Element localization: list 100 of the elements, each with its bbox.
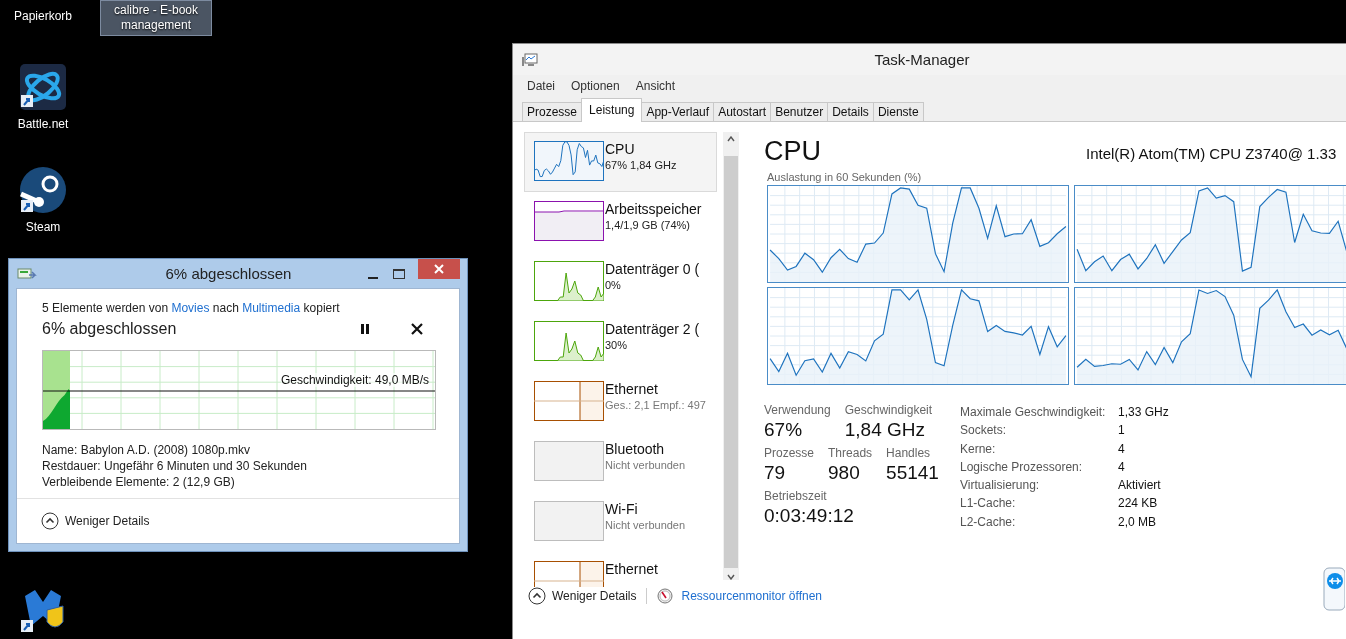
stat-value: 79 [764, 461, 787, 485]
resource-name: Bluetooth [605, 441, 666, 458]
stat-value: 55141 [886, 461, 939, 485]
cancel-icon[interactable] [410, 322, 424, 336]
resource-detail: 67% 1,84 GHz [605, 158, 677, 173]
resource-item[interactable]: Bluetooth Nicht verbunden [524, 432, 717, 492]
stat-label: Geschwindigkeit [844, 402, 933, 418]
stat-value: 0:03:49:12 [764, 504, 854, 528]
resource-item[interactable]: Datenträger 0 ( 0% [524, 252, 717, 312]
property-label: Sockets: [960, 422, 1008, 440]
tab[interactable]: Benutzer [770, 102, 829, 121]
tab[interactable]: Prozesse [522, 102, 583, 121]
processor-name: Intel(R) Atom(TM) CPU Z3740@ 1.33 [1086, 145, 1337, 164]
property-value: Aktiviert [1118, 477, 1162, 495]
property-label: L2-Cache: [960, 513, 1017, 531]
stat-label: Handles [886, 445, 932, 461]
monitor-chart-icon [522, 52, 538, 67]
resource-name: CPU [605, 141, 636, 158]
progress-heading: 6% abgeschlossen [42, 320, 178, 338]
chevron-up-icon [41, 512, 59, 530]
property-label: Kerne: [960, 440, 997, 458]
detail-text: Restdauer: Ungefähr 6 Minuten und 30 Sekunden [42, 459, 308, 473]
transfer-rate-area [43, 389, 70, 429]
resource-detail: 30% [605, 338, 629, 353]
cpu-usage-thumbnail [534, 141, 604, 181]
tab[interactable]: Details [827, 102, 874, 121]
resource-detail: 0% [605, 278, 622, 293]
resource-item[interactable]: Arbeitsspeicher 1,4/1,9 GB (74%) [524, 192, 717, 252]
resource-detail: Ges.: 2,1 Empf.: 497 [605, 398, 706, 413]
resource-item[interactable]: Datenträger 2 ( 30% [524, 312, 717, 372]
disk-activity-thumbnail [534, 261, 604, 301]
graph-caption: Auslastung in 60 Sekunden (%) [767, 171, 923, 183]
stat-value: 1,84 GHz [844, 418, 926, 442]
tab[interactable]: Dienste [872, 102, 924, 121]
section-title: CPU [764, 136, 822, 167]
detail-text: Name: Babylon A.D. (2008) 1080p.mkv [42, 443, 252, 457]
network-thumbnail [534, 381, 604, 421]
resource-name: Datenträger 2 ( [605, 321, 700, 338]
tab[interactable]: App-Verlauf [641, 102, 715, 121]
resource-name: Wi-Fi [605, 501, 639, 518]
resource-item[interactable]: CPU 67% 1,84 GHz [524, 132, 717, 192]
scrollbar-thumb[interactable] [724, 156, 738, 568]
resource-detail: Nicht verbunden [605, 518, 686, 533]
property-label: Logische Prozessoren: [960, 458, 1084, 476]
memory-usage-thumbnail [534, 201, 604, 241]
folder-link[interactable]: Movies [171, 301, 210, 315]
resource-detail: Nicht verbunden [605, 458, 686, 473]
window-title: Task-Manager [873, 51, 971, 68]
close-icon [434, 264, 444, 274]
empty-thumbnail [534, 501, 604, 541]
stat-label: Prozesse [764, 445, 815, 461]
desktop-icon-label[interactable]: Steam [25, 220, 61, 235]
resource-item[interactable]: Wi-Fi Nicht verbunden [524, 492, 717, 552]
chevron-up-icon [528, 587, 546, 605]
folder-link[interactable]: Multimedia [242, 301, 301, 315]
resource-detail: 1,4/1,9 GB (74%) [605, 218, 691, 233]
resource-name: Datenträger 0 ( [605, 261, 700, 278]
menu-item[interactable]: Datei [519, 78, 563, 93]
less-details-toggle[interactable]: Weniger Details [41, 512, 150, 530]
resource-name: Ethernet [605, 561, 658, 578]
property-value: 1 [1118, 422, 1126, 440]
disk-activity-thumbnail [534, 321, 604, 361]
stat-label: Threads [828, 445, 873, 461]
stat-value: 980 [828, 461, 861, 485]
stat-label: Verwendung [764, 402, 831, 418]
detail-text: Verbleibende Elemente: 2 (12,9 GB) [42, 475, 236, 489]
stat-value: 67% [764, 418, 804, 442]
minimize-icon [368, 276, 378, 279]
copy-message: 5 Elemente werden von Movies nach Multimedia kopiert [42, 301, 341, 315]
property-value: 4 [1118, 440, 1126, 458]
copy-files-icon [17, 265, 37, 282]
close-button[interactable] [418, 259, 460, 279]
resource-monitor-link[interactable]: Ressourcenmonitor öffnen [681, 589, 822, 603]
property-label: Virtualisierung: [960, 477, 1041, 495]
desktop-icon-label[interactable]: Battle.net [17, 117, 69, 132]
property-label: Maximale Geschwindigkeit: [960, 404, 1107, 421]
resource-item[interactable]: Ethernet [524, 552, 717, 587]
battlenet-icon[interactable] [19, 63, 67, 111]
resource-name: Arbeitsspeicher [605, 201, 702, 218]
stat-label: Betriebszeit [764, 488, 828, 504]
tab[interactable]: Leistung [581, 98, 643, 122]
property-value: 224 KB [1118, 495, 1159, 513]
tab[interactable]: Autostart [713, 102, 772, 121]
steam-icon[interactable] [19, 166, 67, 214]
pause-icon[interactable] [358, 322, 372, 336]
speed-label: Geschwindigkeit: 49,0 MB/s [280, 373, 429, 387]
property-value: 1,33 GHz [1118, 404, 1169, 421]
remote-control-icon[interactable] [1323, 567, 1345, 611]
gauge-icon [657, 588, 674, 604]
resource-item[interactable]: Ethernet Ges.: 2,1 Empf.: 497 [524, 372, 717, 432]
resource-name: Ethernet [605, 381, 659, 398]
desktop-icon-label[interactable]: Papierkorb [14, 9, 72, 24]
property-value: 4 [1118, 458, 1126, 476]
menu-item[interactable]: Optionen [563, 78, 628, 93]
scrollbar[interactable] [723, 132, 739, 580]
less-details-toggle[interactable]: Weniger Details [528, 587, 637, 605]
property-value: 2,0 MB [1118, 513, 1157, 531]
menu-item[interactable]: Ansicht [627, 78, 684, 93]
property-label: L1-Cache: [960, 495, 1017, 513]
window-title: 6% abgeschlossen [164, 265, 293, 282]
